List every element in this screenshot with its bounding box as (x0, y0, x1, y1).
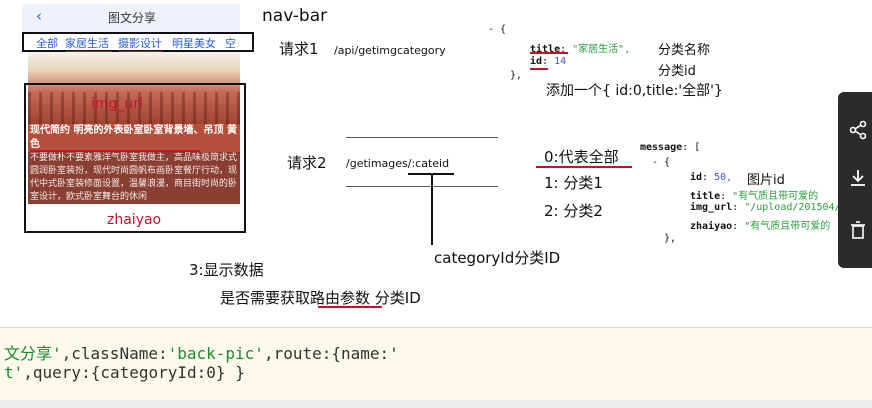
download-icon[interactable] (848, 168, 868, 188)
image-id-note: 图片id (747, 173, 785, 188)
json2-open: - { (652, 157, 671, 168)
title-key-underline (530, 52, 568, 54)
request-1-label: 请求1 (279, 40, 319, 58)
json1-title-value: "家居生活", (572, 44, 631, 55)
category-id-label: categoryId分类ID (434, 249, 561, 267)
code-1b: ,className: (61, 344, 168, 363)
zhaiyao-note: zhaiyao (107, 212, 162, 228)
id-key-underline (530, 68, 548, 70)
request-1-url: /api/getimgcategory (334, 44, 446, 57)
pointer-line (431, 175, 433, 245)
rule-bottom (346, 186, 498, 187)
tab-stars[interactable]: 明星美女 (172, 35, 216, 51)
json2-title-value: "有气质且带可爱的 (732, 191, 819, 202)
json1-open: - { (488, 24, 507, 35)
json2-zhaiyao-key: zhaiyao (690, 221, 733, 232)
phone-title: 图文分享 (108, 11, 157, 25)
json1-id-row: id: 14 (530, 56, 567, 67)
step-3-label: 3:显示数据 (189, 261, 264, 279)
zero-all-underline (536, 166, 632, 168)
delete-icon[interactable] (848, 220, 868, 240)
category-2-label: 2: 分类2 (544, 202, 603, 220)
json2-id-key: id (690, 172, 703, 183)
json1-close: }, (510, 70, 523, 81)
chevron-left-icon: ‹ (36, 7, 42, 25)
json2-zhaiyao-value: "有气质且带可爱的 (744, 221, 831, 232)
horizontal-scrollbar[interactable] (0, 400, 872, 408)
json2-imgurl-value: "/upload/201504/1 (744, 202, 847, 213)
json2-message-key: message (640, 142, 683, 153)
zero-all-label: 0:代表全部 (544, 148, 619, 166)
json2-close: }, (664, 233, 677, 244)
rule-top (346, 137, 498, 138)
code-line-1: 文分享',className:'back-pic',route:{name:' (4, 340, 399, 364)
request-2-url: /getimages/:cateid (346, 157, 450, 170)
img-url-note: img_url (91, 96, 143, 112)
request-2-label: 请求2 (287, 154, 327, 172)
tab-more[interactable]: 空 (225, 35, 236, 51)
route-underline (318, 306, 382, 308)
json2-title-key: title (690, 191, 721, 202)
title-underline (30, 150, 200, 152)
json2-imgurl-key: img_url (690, 202, 733, 213)
code-2a: t' (4, 363, 24, 382)
category-1-label: 1: 分类1 (544, 174, 603, 192)
tab-all[interactable]: 全部 (36, 35, 58, 51)
json1-id-value: 14 (554, 56, 567, 67)
code-2b: ,query:{categoryId:0} } (23, 363, 245, 382)
tab-home-life[interactable]: 家居生活 (65, 35, 109, 51)
route-param-question: 是否需要获取路由参数 分类ID (220, 289, 421, 307)
tab-photo-design[interactable]: 摄影设计 (118, 35, 162, 51)
nav-bar-label: nav-bar (262, 6, 328, 26)
category-id-note: 分类id (658, 64, 696, 79)
json2-id-value: 50, (714, 172, 733, 183)
code-1a: 文分享' (4, 344, 62, 363)
add-all-note: 添加一个{ id:0,title:'全部'} (546, 83, 723, 99)
code-1c: 'back-pic' (167, 344, 264, 363)
json1-id-key: id (530, 56, 543, 67)
code-1d: ,route:{name:' (263, 344, 399, 363)
category-name-note: 分类名称 (658, 43, 711, 58)
code-line-2: t',query:{categoryId:0} } (4, 363, 245, 382)
back-button[interactable]: ‹ (36, 7, 42, 25)
share-icon[interactable] (848, 120, 868, 140)
